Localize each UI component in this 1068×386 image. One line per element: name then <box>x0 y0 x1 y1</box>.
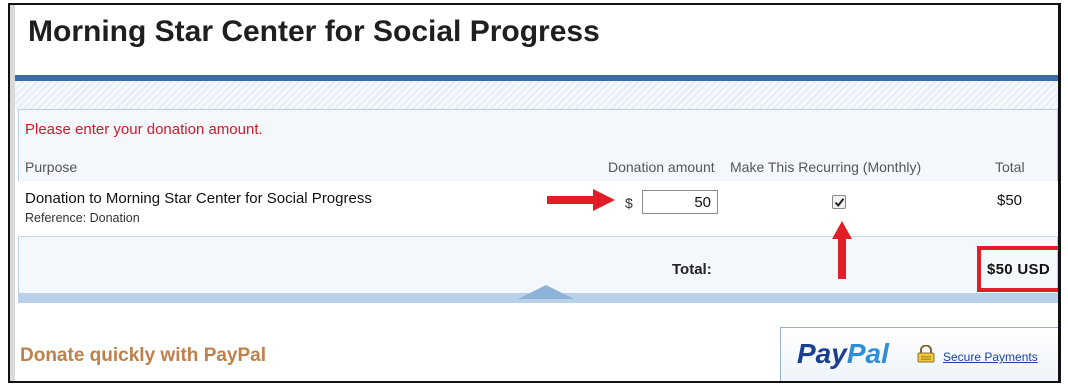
donation-item-name: Donation to Morning Star Center for Soci… <box>25 190 372 207</box>
page-title: Morning Star Center for Social Progress <box>28 15 600 48</box>
column-header-donation-amount: Donation amount <box>608 159 715 175</box>
error-message: Please enter your donation amount. <box>25 121 263 138</box>
paypal-heading: Donate quickly with PayPal <box>20 345 267 366</box>
column-header-total: Total <box>995 159 1025 175</box>
paypal-badge[interactable]: PayPal Secure Payments <box>780 327 1058 381</box>
row-separator <box>18 236 1058 237</box>
hatched-band <box>15 81 1058 109</box>
line-total: $50 <box>997 192 1023 209</box>
paypal-logo-pay: Pay <box>797 338 847 369</box>
donation-amount-input[interactable] <box>642 190 718 214</box>
recurring-checkbox[interactable] <box>832 195 846 209</box>
paypal-logo-pal: Pal <box>846 338 889 369</box>
total-label: Total: <box>672 261 712 278</box>
column-header-recurring: Make This Recurring (Monthly) <box>730 159 922 175</box>
checkmark-icon <box>834 198 845 208</box>
currency-symbol: $ <box>625 195 633 211</box>
page-frame: Morning Star Center for Social Progress … <box>8 3 1061 383</box>
donation-item-reference: Reference: Donation <box>25 211 140 225</box>
total-value: $50 USD <box>987 261 1050 278</box>
lock-icon <box>917 345 935 363</box>
arrow-right-icon <box>547 189 615 211</box>
arrow-up-icon <box>832 221 852 279</box>
column-header-purpose: Purpose <box>25 159 78 175</box>
secure-payments-link[interactable]: Secure Payments <box>943 350 1038 364</box>
collapse-triangle-icon[interactable] <box>518 285 574 299</box>
paypal-logo[interactable]: PayPal <box>797 338 889 370</box>
